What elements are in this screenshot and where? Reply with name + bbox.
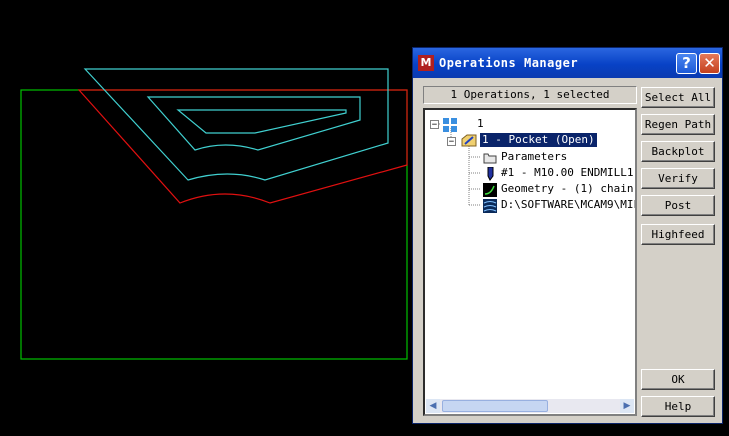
post-button[interactable]: Post xyxy=(641,195,715,216)
pocket-operation-icon[interactable] xyxy=(461,133,477,147)
endmill-tool-icon[interactable] xyxy=(483,166,497,181)
scrollbar-thumb[interactable] xyxy=(442,400,548,412)
scroll-left-icon[interactable]: ◀ xyxy=(426,399,440,413)
verify-button[interactable]: Verify xyxy=(641,168,715,189)
operations-manager-dialog: M Operations Manager ? ✕ 1 Operations, 1… xyxy=(412,47,723,424)
regen-path-button[interactable]: Regen Path xyxy=(641,114,715,135)
tree-item-parameters[interactable]: Parameters xyxy=(501,150,567,164)
horizontal-scrollbar[interactable]: ◀ ▶ xyxy=(426,399,634,413)
toolpath-inner xyxy=(176,109,347,134)
folder-icon[interactable] xyxy=(483,150,497,164)
help-button[interactable]: Help xyxy=(641,396,715,417)
toolpath-file-icon[interactable] xyxy=(483,198,497,213)
stock-boundary xyxy=(20,89,408,360)
tree-item-operation[interactable]: 1 - Pocket (Open) xyxy=(479,132,598,148)
chain-geometry-icon[interactable] xyxy=(483,182,497,197)
tree-item-geometry[interactable]: Geometry - (1) chain( xyxy=(501,182,635,196)
dialog-title: Operations Manager xyxy=(439,56,579,70)
ok-button[interactable]: OK xyxy=(641,369,715,390)
mastercam-app-icon: M xyxy=(418,55,434,71)
operations-summary: 1 Operations, 1 selected xyxy=(423,86,637,104)
root-collapse-toggle[interactable]: − xyxy=(430,120,439,130)
scroll-right-icon[interactable]: ▶ xyxy=(620,399,634,413)
context-help-button[interactable]: ? xyxy=(676,53,697,74)
operation-group-icon[interactable] xyxy=(443,117,457,132)
title-bar[interactable]: M Operations Manager ? ✕ xyxy=(413,48,722,78)
operations-tree[interactable]: − 1 − 1 - Pocket (Open) Parameters #1 - … xyxy=(423,108,637,416)
operation-collapse-toggle[interactable]: − xyxy=(447,137,456,147)
highfeed-button[interactable]: Highfeed xyxy=(641,224,715,245)
tree-item-tool[interactable]: #1 - M10.00 ENDMILL1 xyxy=(501,166,633,180)
tree-root-label[interactable]: 1 xyxy=(477,117,484,131)
close-button[interactable]: ✕ xyxy=(699,53,720,74)
select-all-button[interactable]: Select All xyxy=(641,87,715,108)
toolpath-middle xyxy=(146,96,361,151)
tree-item-toolpath-file[interactable]: D:\SOFTWARE\MCAM9\MIL xyxy=(501,198,635,212)
backplot-button[interactable]: Backplot xyxy=(641,141,715,162)
toolpath-outer xyxy=(83,68,389,181)
